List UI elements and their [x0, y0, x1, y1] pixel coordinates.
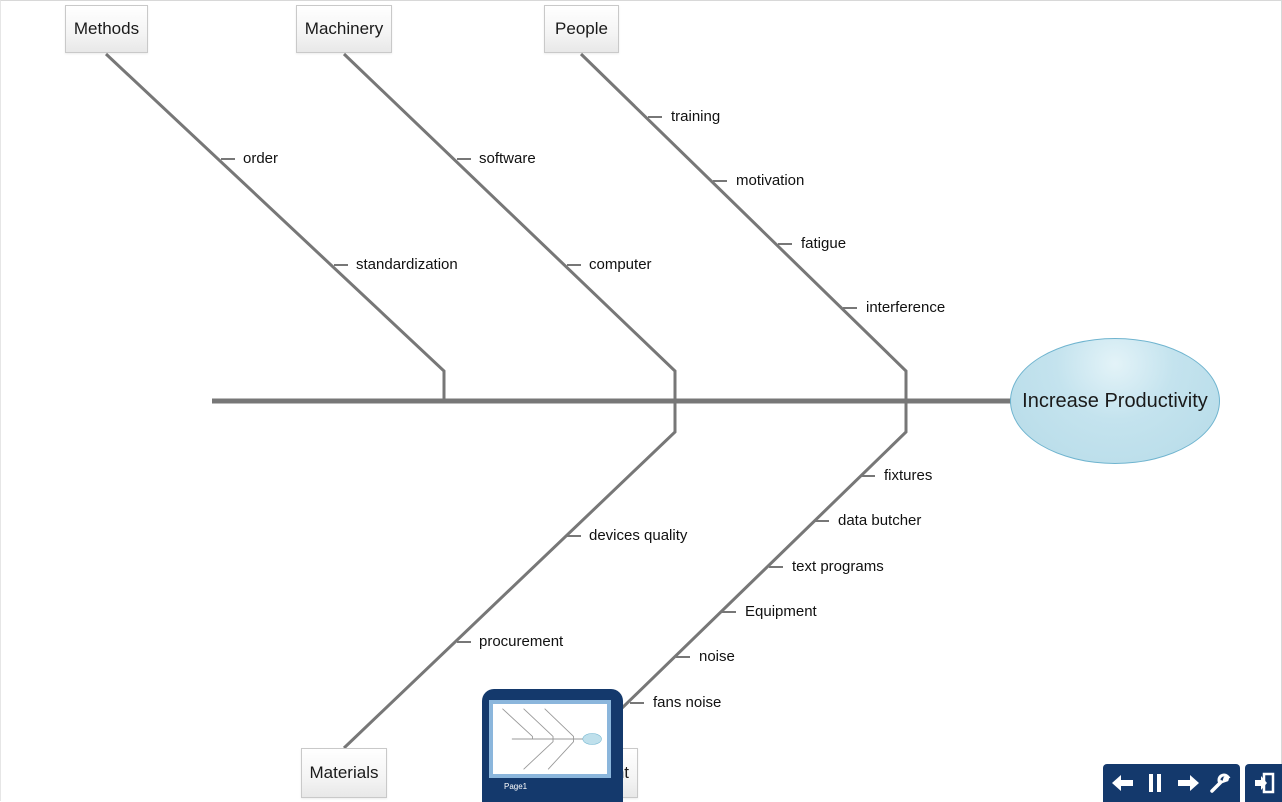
page-label: Page1	[504, 782, 528, 791]
effect-label: Increase Productivity	[1022, 389, 1208, 412]
cause-label: motivation	[736, 172, 805, 189]
wrench-icon	[1210, 773, 1231, 793]
cause-label: fatigue	[801, 235, 847, 252]
pause-button[interactable]	[1141, 769, 1169, 797]
settings-button[interactable]	[1206, 769, 1234, 797]
cause-label: data butcher	[838, 512, 922, 529]
exit-button[interactable]	[1245, 764, 1282, 802]
cause-label: software	[479, 150, 536, 167]
cause-label: fans noise	[653, 694, 722, 711]
cause-label: fixtures	[884, 467, 933, 484]
cause-label: training	[671, 108, 721, 125]
effect-head[interactable]: Increase Productivity	[1010, 338, 1220, 464]
category-machinery[interactable]: Machinery	[296, 5, 392, 53]
pause-icon	[1149, 774, 1162, 792]
cause-label: noise	[699, 648, 735, 665]
bone-environment	[618, 401, 908, 712]
category-people[interactable]: People	[544, 5, 619, 53]
arrow-right-icon	[1177, 775, 1199, 791]
presentation-toolbar	[1103, 764, 1240, 802]
cause-label: interference	[866, 299, 946, 316]
cause-label: order	[243, 150, 279, 167]
thumbnail-preview-icon	[502, 708, 602, 770]
bone-machinery	[342, 52, 677, 401]
exit-door-icon	[1254, 772, 1274, 794]
page-thumbnail-panel: Page1	[482, 689, 623, 802]
cause-label: devices quality	[589, 527, 688, 544]
bone-people	[579, 52, 908, 401]
category-materials[interactable]: Materials	[301, 748, 387, 798]
cause-label: computer	[589, 256, 652, 273]
cause-label: procurement	[479, 633, 564, 650]
bone-methods	[104, 52, 446, 401]
category-methods[interactable]: Methods	[65, 5, 148, 53]
cause-label: text programs	[792, 558, 884, 575]
arrow-left-icon	[1112, 775, 1134, 791]
page-thumbnail[interactable]	[489, 700, 611, 778]
previous-button[interactable]	[1109, 769, 1137, 797]
cause-label: Equipment	[745, 603, 817, 620]
next-button[interactable]	[1174, 769, 1202, 797]
cause-label: standardization	[356, 256, 458, 273]
